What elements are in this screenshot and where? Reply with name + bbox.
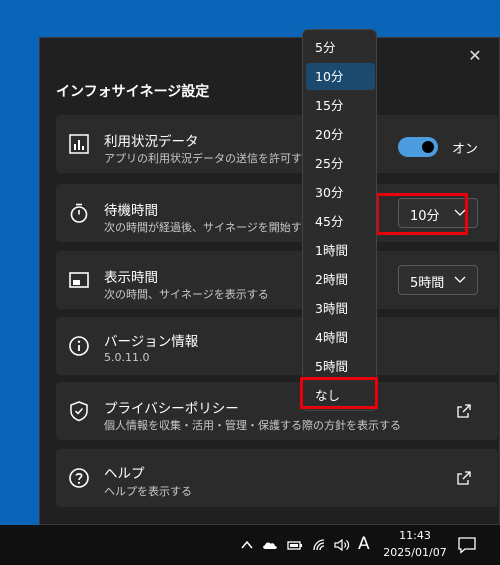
usage-data-card: 利用状況データ アプリの利用状況データの送信を許可する オン: [56, 115, 498, 173]
usage-data-label: 利用状況データ: [104, 134, 199, 150]
wifi-icon[interactable]: [311, 537, 329, 553]
dropdown-option[interactable]: 20分: [306, 121, 375, 148]
dropdown-option[interactable]: 15分: [306, 92, 375, 119]
display-time-card: 表示時間 次の時間、サイネージを表示する 5時間: [56, 251, 498, 309]
version-label: バージョン情報: [104, 334, 199, 350]
info-icon: [69, 336, 89, 356]
toggle-knob: [422, 141, 434, 153]
dropdown-option[interactable]: 30分: [306, 179, 375, 206]
notification-icon[interactable]: [457, 536, 477, 554]
shield-icon: [70, 401, 88, 422]
standby-time-dropdown: 5分 10分 15分 20分 25分 30分 45分 1時間 2時間 3時間 4…: [302, 29, 377, 411]
dropdown-option[interactable]: 3時間: [306, 295, 375, 322]
taskbar: A 11:43 2025/01/07: [0, 525, 500, 565]
panel-title: インフォサイネージ設定: [56, 84, 210, 100]
dropdown-option[interactable]: 5時間: [306, 353, 375, 380]
bar-chart-icon: [69, 134, 89, 154]
standby-time-desc: 次の時間が経過後、サイネージを開始する: [104, 221, 313, 234]
close-button[interactable]: ✕: [465, 46, 485, 66]
dropdown-option[interactable]: 5分: [306, 34, 375, 61]
display-time-desc: 次の時間、サイネージを表示する: [104, 288, 269, 301]
clock-time[interactable]: 11:43: [386, 529, 444, 542]
display-time-value: 5時間: [410, 276, 445, 291]
usage-toggle-label: オン: [452, 142, 479, 157]
battery-icon[interactable]: [286, 537, 304, 553]
chevron-down-icon: [454, 276, 466, 283]
dropdown-option[interactable]: 45分: [306, 208, 375, 235]
ime-indicator[interactable]: A: [358, 534, 370, 554]
usage-data-toggle[interactable]: [398, 137, 438, 157]
dropdown-option[interactable]: 25分: [306, 150, 375, 177]
dropdown-option[interactable]: 4時間: [306, 324, 375, 351]
settings-panel: ✕ インフォサイネージ設定 利用状況データ アプリの利用状況データの送信を許可す…: [39, 37, 500, 525]
privacy-policy-card[interactable]: プライバシーポリシー 個人情報を収集・活用・管理・保護する際の方針を表示する: [56, 382, 498, 440]
dropdown-option[interactable]: 2時間: [306, 266, 375, 293]
help-card[interactable]: ヘルプ ヘルプを表示する: [56, 449, 498, 507]
speaker-icon[interactable]: [333, 537, 351, 553]
help-label: ヘルプ: [104, 466, 145, 482]
help-desc: ヘルプを表示する: [104, 485, 192, 498]
privacy-policy-desc: 個人情報を収集・活用・管理・保護する際の方針を表示する: [104, 419, 401, 432]
display-window-icon: [69, 272, 89, 288]
dropdown-option[interactable]: 1時間: [306, 237, 375, 264]
external-link-icon[interactable]: [456, 403, 472, 419]
display-time-select[interactable]: 5時間: [398, 265, 478, 295]
help-circle-icon: [69, 468, 89, 488]
usage-data-desc: アプリの利用状況データの送信を許可する: [104, 152, 313, 165]
dropdown-option-selected[interactable]: 10分: [306, 63, 375, 90]
clock-date[interactable]: 2025/01/07: [380, 546, 450, 559]
privacy-policy-label: プライバシーポリシー: [104, 401, 239, 417]
chevron-up-icon[interactable]: [238, 537, 256, 553]
standby-select-highlight: [376, 193, 468, 235]
display-time-label: 表示時間: [104, 270, 158, 286]
cloud-icon[interactable]: [261, 537, 279, 553]
none-option-highlight: [300, 377, 378, 409]
version-number: 5.0.11.0: [104, 351, 150, 364]
standby-time-label: 待機時間: [104, 203, 158, 219]
version-card: バージョン情報 5.0.11.0: [56, 317, 498, 375]
timer-icon: [70, 203, 88, 223]
external-link-icon[interactable]: [456, 470, 472, 486]
